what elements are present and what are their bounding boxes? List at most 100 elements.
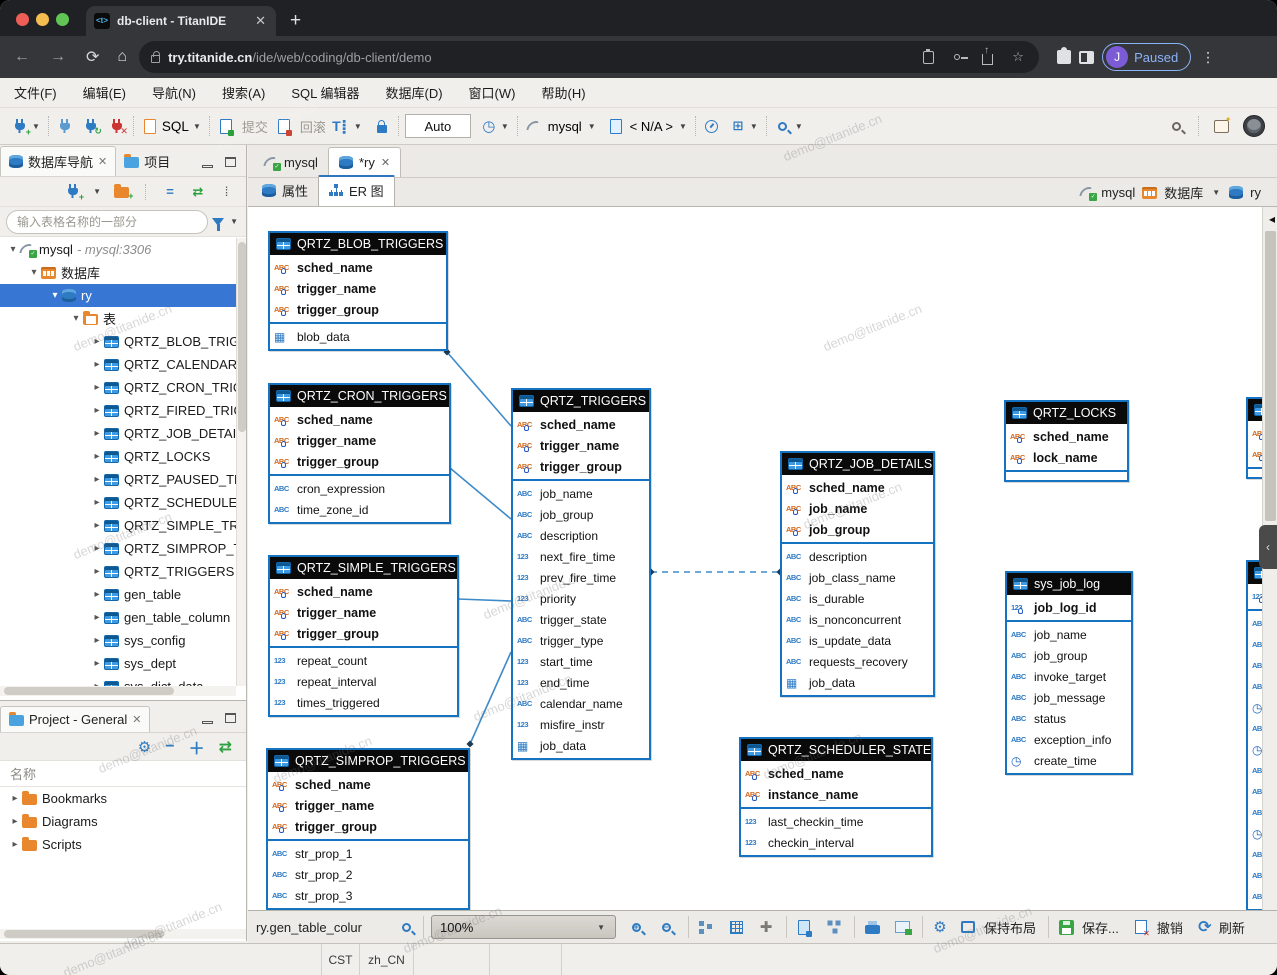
column-row[interactable]: ABCtrigger_name — [270, 430, 449, 451]
sync-icon[interactable]: ⇄ — [219, 737, 232, 757]
auto-commit-combo[interactable]: Auto — [405, 114, 471, 138]
collapsed-panel-handle[interactable]: ‹ — [1259, 525, 1277, 569]
column-row[interactable]: ABCtrigger_name — [268, 795, 468, 816]
column-row[interactable]: ABCjob_name — [782, 498, 933, 519]
column-row[interactable]: ABCtrigger_group — [270, 623, 457, 644]
column-row[interactable]: ABCsched_name — [270, 409, 449, 430]
tree-item[interactable]: ▾表 — [0, 307, 236, 330]
column-row[interactable]: ABCtrigger_group — [268, 816, 468, 837]
diagram-table[interactable]: QRTZ_JOB_DETAILSABCsched_nameABCjob_name… — [780, 451, 935, 697]
column-row[interactable]: ABCsched_name — [1006, 426, 1127, 447]
tab-project-explorer[interactable]: 项目 — [116, 147, 178, 176]
tree-item[interactable]: ▾mysql - mysql:3306 — [0, 238, 236, 261]
new-connection-dropdown-icon[interactable]: ▼ — [32, 122, 40, 131]
column-row[interactable]: ABCsched_name — [741, 763, 931, 784]
project-item[interactable]: ▸Diagrams — [0, 810, 246, 833]
editor-tab-mysql[interactable]: mysql — [254, 147, 328, 177]
browser-menu-icon[interactable]: ⋮ — [1201, 49, 1215, 66]
column-row[interactable]: ABCjob_group — [782, 519, 933, 540]
expander-icon[interactable]: ▸ — [90, 405, 104, 416]
column-row[interactable]: ◷create_time — [1007, 750, 1131, 771]
zoom-window-button[interactable] — [56, 13, 69, 26]
new-connection-icon[interactable]: + — [10, 114, 30, 138]
column-row[interactable]: ABCstatus — [1007, 708, 1131, 729]
extensions-icon[interactable] — [1057, 50, 1071, 64]
column-row[interactable]: ABCis_update_data — [782, 630, 933, 651]
view-menu-icon[interactable]: ⁞ — [216, 180, 236, 204]
er-diagram-canvas[interactable]: QRTZ_BLOB_TRIGGERSABCsched_nameABCtrigge… — [248, 207, 1262, 910]
settings-gear-icon[interactable]: ⚙ — [138, 738, 151, 756]
table-header[interactable]: QRTZ_SIMPROP_TRIGGERS — [268, 750, 468, 772]
diagram-table[interactable]: QRTZ_TRIGGERSABCsched_nameABCtrigger_nam… — [511, 388, 651, 760]
arrange-icon[interactable] — [696, 915, 716, 939]
column-row[interactable]: ▦blob_data — [270, 326, 446, 347]
expander-icon[interactable]: ▾ — [6, 244, 20, 255]
sql-dropdown-icon[interactable]: ▼ — [193, 122, 201, 131]
table-header[interactable]: QRTZ_SIMPLE_TRIGGERS — [270, 557, 457, 579]
tab-close-icon[interactable]: ✕ — [98, 155, 107, 168]
sql-editor-label[interactable]: SQL — [162, 114, 189, 138]
diagram-table[interactable]: QRTZ_LOCKSABCsched_nameABClock_name — [1004, 400, 1129, 482]
expander-icon[interactable]: ▾ — [48, 290, 62, 301]
column-row[interactable]: 123checkin_interval — [741, 832, 931, 853]
column-row[interactable]: ABCjob_group — [513, 504, 649, 525]
column-row[interactable]: 123next_fire_time — [513, 546, 649, 567]
tree-item[interactable]: ▾数据库 — [0, 261, 236, 284]
notation-icon[interactable] — [794, 915, 814, 939]
expander-icon[interactable]: ▸ — [90, 359, 104, 370]
expander-icon[interactable]: ▸ — [8, 816, 22, 827]
perspective-icon[interactable] — [1211, 114, 1231, 138]
column-row[interactable]: ABCcalendar_name — [513, 693, 649, 714]
tree-item[interactable]: ▸QRTZ_CRON_TRIGGERS — [0, 376, 236, 399]
history-clock-icon[interactable]: ◷ — [479, 114, 499, 138]
diagram-table[interactable]: QRTZ_SCHEDULER_STATEABCsched_nameABCinst… — [739, 737, 933, 857]
tab-project-general[interactable]: Project - General ✕ — [0, 706, 150, 732]
expander-icon[interactable]: ▸ — [8, 839, 22, 850]
column-row[interactable]: ABCsched_name — [270, 257, 446, 278]
nav-new-connection-icon[interactable]: + — [63, 180, 83, 204]
column-row[interactable]: ABCdescription — [782, 546, 933, 567]
tree-item[interactable]: ▸QRTZ_JOB_DETAILS — [0, 422, 236, 445]
column-row[interactable]: ABCis_durable — [782, 588, 933, 609]
table-header[interactable]: QRTZ_JOB_DETAILS — [782, 453, 933, 475]
column-row[interactable]: 123times_triggered — [270, 692, 457, 713]
column-row[interactable]: 123repeat_interval — [270, 671, 457, 692]
diagram-table-clipped[interactable]: 123ABCABCABCABC◷ABC◷ABCABCABC◷ABCABCABC — [1246, 560, 1262, 910]
expander-icon[interactable]: ▸ — [8, 793, 22, 804]
column-row[interactable]: ABCtrigger_group — [270, 451, 449, 472]
diagram-table-clipped[interactable]: ABCABC — [1246, 397, 1262, 479]
disconnect-icon[interactable]: ✕ — [107, 114, 127, 138]
column-row[interactable]: ABCstr_prop_3 — [268, 885, 468, 906]
column-row[interactable]: ABCrequests_recovery — [782, 651, 933, 672]
menu-item[interactable]: 文件(F) — [14, 83, 57, 102]
rollback-icon[interactable] — [274, 114, 294, 138]
undo-icon[interactable] — [1131, 915, 1151, 939]
commit-label[interactable]: 提交 — [242, 114, 268, 138]
navigator-vscrollbar[interactable] — [236, 238, 246, 686]
menu-item[interactable]: 导航(N) — [152, 83, 196, 102]
tree-item[interactable]: ▸sys_dept — [0, 652, 236, 675]
diagram-table[interactable]: QRTZ_SIMPROP_TRIGGERSABCsched_nameABCtri… — [266, 748, 470, 910]
tree-item[interactable]: ▸sys_dict_data — [0, 675, 236, 686]
column-row[interactable]: 123repeat_count — [270, 650, 457, 671]
column-row[interactable]: ABCtrigger_group — [270, 299, 446, 320]
active-connection-label[interactable]: mysql — [548, 114, 582, 138]
column-row[interactable]: ▦job_data — [513, 735, 649, 756]
database-doc-icon[interactable] — [606, 114, 626, 138]
browser-tab[interactable]: <t> db-client - TitanIDE ✕ — [86, 6, 276, 36]
menu-item[interactable]: SQL 编辑器 — [291, 83, 359, 102]
column-row[interactable]: ABCtrigger_name — [513, 435, 649, 456]
column-row[interactable]: ABCis_nonconcurrent — [782, 609, 933, 630]
column-row[interactable]: ABCcron_expression — [270, 478, 449, 499]
network-icon[interactable]: ⊞ — [728, 114, 748, 138]
expander-icon[interactable]: ▸ — [90, 451, 104, 462]
column-row[interactable]: ABCstr_prop_2 — [268, 864, 468, 885]
toggle-grid-icon[interactable] — [726, 915, 746, 939]
sql-editor-icon[interactable] — [140, 114, 160, 138]
tab-close-icon[interactable]: ✕ — [381, 156, 390, 169]
omnibox[interactable]: try.titanide.cn/ide/web/coding/db-client… — [139, 41, 1039, 73]
transaction-mode-icon[interactable]: T⡇ — [332, 114, 352, 138]
subtab-er-diagram[interactable]: ER 图 — [318, 175, 395, 206]
clipboard-icon[interactable] — [923, 51, 934, 64]
tree-item[interactable]: ▸QRTZ_TRIGGERS — [0, 560, 236, 583]
